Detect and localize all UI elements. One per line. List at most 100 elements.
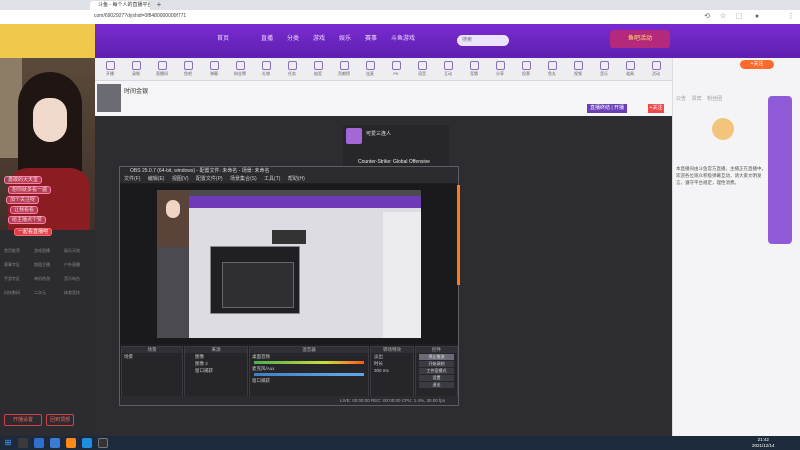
translate-icon[interactable]: ⟲: [702, 12, 712, 22]
nav-link-live[interactable]: 直播: [261, 33, 273, 42]
tool-button[interactable]: 鱼吧: [177, 61, 199, 79]
nav-link-home[interactable]: 首页: [217, 33, 229, 42]
search-input[interactable]: 搜索: [457, 35, 509, 46]
start-recording-button[interactable]: 开始录制: [419, 361, 454, 367]
new-tab-button[interactable]: +: [154, 0, 164, 10]
webcam-overlay: [0, 58, 95, 230]
room-avatar[interactable]: [97, 84, 121, 112]
source-item[interactable]: 图像 2: [185, 360, 247, 367]
nav-link-game[interactable]: 游戏: [313, 33, 325, 42]
source-item[interactable]: 图像: [185, 353, 247, 360]
windows-start-icon[interactable]: ⊞: [3, 438, 13, 448]
chat-message: 一起看直播吧: [14, 228, 53, 236]
tool-button[interactable]: 分享: [489, 61, 511, 79]
menu-icon[interactable]: ⋮: [786, 12, 796, 22]
tab-vip[interactable]: 贵宾: [692, 96, 702, 102]
explorer-icon[interactable]: [50, 438, 60, 448]
tool-button[interactable]: 抽奖: [307, 61, 329, 79]
tool-icon: [573, 61, 583, 70]
tab-fans[interactable]: 粉丝团: [707, 96, 722, 102]
tool-button[interactable]: PK: [385, 61, 407, 79]
obs-icon[interactable]: [98, 438, 108, 448]
tool-button[interactable]: 道具: [619, 61, 641, 79]
url-text[interactable]: com/6902927?dyshid=0f8480000000f771: [94, 13, 186, 19]
tab-notice[interactable]: 公告: [676, 96, 686, 102]
menu-profile[interactable]: 配置文件(P): [196, 176, 223, 182]
menu-help[interactable]: 帮助(H): [288, 176, 305, 182]
broadcast-settings-button[interactable]: 开播设置: [4, 414, 42, 426]
tool-button[interactable]: 直播间: [151, 61, 173, 79]
app-icon[interactable]: [66, 438, 76, 448]
transition-select[interactable]: 淡出: [371, 353, 413, 360]
rp-follow-button[interactable]: +关注: [740, 60, 774, 69]
tool-button[interactable]: 连麦: [359, 61, 381, 79]
sidebar-item[interactable]: 颜值主播: [34, 262, 62, 270]
sidebar-item[interactable]: 二次元: [34, 290, 62, 298]
tool-button[interactable]: 粉丝牌: [229, 61, 251, 79]
tool-button[interactable]: 任务: [281, 61, 303, 79]
follow-button[interactable]: +关注: [648, 104, 664, 113]
sidebar-item[interactable]: 科技数码: [4, 290, 32, 298]
tool-button[interactable]: 贡献榜: [333, 61, 355, 79]
browser-tab[interactable]: 斗鱼 - 每个人的直播平台: [90, 1, 150, 10]
menu-tools[interactable]: 工具(T): [264, 176, 280, 182]
menu-view[interactable]: 视图(V): [172, 176, 189, 182]
tool-button[interactable]: 开播: [99, 61, 121, 79]
obs-title-bar[interactable]: OBS 25.0.7 (64-bit, windows) - 配置文件: 未命名…: [120, 167, 458, 175]
scrollbar-accent[interactable]: [457, 185, 460, 285]
menu-file[interactable]: 文件(F): [124, 176, 140, 182]
tool-button[interactable]: 音乐: [593, 61, 615, 79]
tool-button[interactable]: 互动: [437, 61, 459, 79]
browser-icon[interactable]: [82, 438, 92, 448]
sidebar-item[interactable]: 体育竞技: [64, 290, 92, 298]
tool-icon: [313, 61, 323, 70]
search-icon[interactable]: [18, 438, 28, 448]
nav-link-category[interactable]: 分类: [287, 33, 299, 42]
stop-streaming-button[interactable]: 停止推流: [419, 354, 454, 360]
sidebar-item[interactable]: 首页推荐: [4, 248, 32, 256]
source-item[interactable]: 窗口捕获: [185, 367, 247, 374]
settings-button[interactable]: 设置: [419, 375, 454, 381]
tool-button[interactable]: 录制: [125, 61, 147, 79]
sidebar-item[interactable]: 娱乐天地: [64, 248, 92, 256]
sidebar-item[interactable]: 手游专区: [4, 276, 32, 284]
sidebar-item[interactable]: 单机热游: [34, 276, 62, 284]
live-status-button[interactable]: 直播终结 | 开播: [587, 104, 627, 113]
sidebar-item[interactable]: 音乐电台: [64, 276, 92, 284]
profile-icon[interactable]: ●: [752, 12, 762, 22]
sidebar-item[interactable]: 游戏直播: [34, 248, 62, 256]
back-to-top-button[interactable]: 回到顶部: [46, 414, 74, 426]
duration-label: 时长: [374, 361, 383, 366]
tool-button[interactable]: 礼物: [255, 61, 277, 79]
menu-edit[interactable]: 编辑(E): [148, 176, 165, 182]
scene-item[interactable]: 场景: [122, 353, 182, 360]
tool-button[interactable]: 投票: [515, 61, 537, 79]
nav-link-fun[interactable]: 娱乐: [339, 33, 351, 42]
taskbar-clock[interactable]: 21:42 2021/12/14: [752, 437, 775, 449]
tool-button[interactable]: 语音: [411, 61, 433, 79]
menu-scene-collection[interactable]: 场景集合(S): [230, 176, 257, 182]
sidebar-item[interactable]: 户外直播: [64, 262, 92, 270]
taskview-icon[interactable]: [34, 438, 44, 448]
tool-button[interactable]: 鱼丸: [541, 61, 563, 79]
address-bar[interactable]: com/6902927?dyshid=0f8480000000f771 ⟲ ☆ …: [0, 10, 800, 25]
tool-button[interactable]: 视频: [567, 61, 589, 79]
extensions-icon[interactable]: ⬚: [734, 12, 744, 22]
card-game-title: Counter-Strike: Global Offensive: [358, 159, 430, 165]
duration-input[interactable]: 300 ms: [371, 367, 413, 374]
exit-button[interactable]: 退出: [419, 382, 454, 388]
gift-column[interactable]: [768, 96, 792, 244]
header-banner[interactable]: 鱼吧活动: [610, 30, 670, 48]
sidebar-item[interactable]: 赛事专区: [4, 262, 32, 270]
nav-link-event[interactable]: 赛事: [365, 33, 377, 42]
app-icon: [346, 128, 362, 144]
star-icon[interactable]: ☆: [718, 12, 728, 22]
tool-button[interactable]: 活动: [645, 61, 667, 79]
tool-button[interactable]: 弹幕: [203, 61, 225, 79]
tool-icon: [183, 61, 193, 70]
studio-mode-button[interactable]: 工作室模式: [419, 368, 454, 374]
nav-link-douyu-game[interactable]: 斗鱼游戏: [391, 33, 415, 42]
tool-button[interactable]: 竞猜: [463, 61, 485, 79]
left-sidebar: 勇敢的大天堂 想你就多看一遍 加个关注呀 让我看看 给主播点个赞 一起看直播吧 …: [0, 58, 95, 436]
tool-icon: [235, 61, 245, 70]
